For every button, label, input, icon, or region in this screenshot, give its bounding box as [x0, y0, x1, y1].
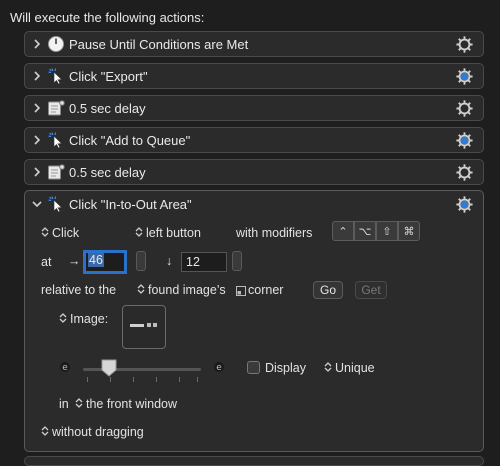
slider-thumb[interactable]: [101, 359, 117, 377]
mouse-button-value: left button: [146, 226, 201, 240]
option-modifier-toggle[interactable]: ⌥: [354, 221, 376, 241]
gear-icon[interactable]: [455, 35, 474, 54]
action-title: 0.5 sec delay: [69, 101, 146, 116]
corner-label: corner: [248, 283, 284, 297]
y-offset-value: 12: [186, 255, 200, 269]
relative-target-popup[interactable]: found image’s: [137, 283, 226, 297]
chevron-right-icon[interactable]: [31, 166, 43, 178]
svg-text:e: e: [216, 363, 222, 373]
relative-to-label: relative to the: [41, 283, 117, 297]
mouse-button-popup[interactable]: left button: [135, 226, 201, 240]
action-title: Click "In-to-Out Area": [69, 197, 192, 212]
click-type-popup[interactable]: Click: [41, 226, 79, 240]
gear-icon[interactable]: [455, 195, 474, 214]
y-arrow-icon: ↓: [166, 254, 173, 268]
gear-icon[interactable]: [455, 67, 474, 86]
image-type-popup[interactable]: Image:: [59, 312, 108, 326]
go-button[interactable]: Go: [313, 281, 343, 299]
chevron-right-icon[interactable]: [31, 134, 43, 146]
action-delay-2[interactable]: 0.5 sec delay: [24, 159, 484, 185]
action-click-in-to-out-area[interactable]: Click "In-to-Out Area" Click left button…: [24, 190, 484, 452]
control-modifier-toggle[interactable]: ⌃: [332, 221, 354, 241]
action-click-add-to-queue[interactable]: Click "Add to Queue": [24, 127, 484, 153]
y-offset-stepper[interactable]: [232, 251, 242, 271]
y-offset-field[interactable]: 12: [181, 252, 227, 272]
image-label: Image:: [70, 312, 109, 326]
at-label: at: [41, 255, 52, 269]
action-title: Click "Add to Queue": [69, 133, 191, 148]
chevron-right-icon[interactable]: [31, 38, 43, 50]
slider-tick: [179, 377, 180, 382]
action-click-export[interactable]: Click "Export": [24, 63, 484, 89]
updown-arrows-icon: [324, 362, 332, 372]
chevron-down-icon[interactable]: [31, 198, 43, 210]
x-arrow-icon: →: [68, 254, 81, 268]
unique-popup[interactable]: Unique: [324, 361, 375, 375]
command-modifier-toggle[interactable]: ⌘: [398, 221, 420, 241]
in-label: in: [59, 397, 69, 411]
slider-tick: [110, 377, 111, 382]
gear-icon[interactable]: [455, 163, 474, 182]
click-cursor-icon: [48, 132, 63, 149]
modifier-keys-group: ⌃ ⌥ ⇧ ⌘: [332, 221, 420, 241]
display-checkbox[interactable]: [247, 361, 260, 374]
action-title: Pause Until Conditions are Met: [69, 37, 249, 52]
x-offset-field[interactable]: 46: [83, 250, 127, 274]
click-cursor-icon: [48, 196, 63, 213]
slider-tick: [197, 377, 198, 382]
slider-tick: [133, 377, 134, 382]
svg-text:e: e: [62, 363, 68, 373]
slider-tick: [87, 377, 88, 382]
with-modifiers-label: with modifiers: [236, 226, 313, 240]
get-button[interactable]: Get: [355, 281, 387, 299]
click-type-value: Click: [52, 226, 80, 240]
delay-icon: [48, 100, 65, 116]
unique-value: Unique: [335, 361, 375, 375]
display-label: Display: [265, 361, 306, 375]
corner-selector-icon[interactable]: [236, 286, 246, 296]
dragging-popup[interactable]: without dragging: [41, 425, 144, 439]
stopwatch-icon: [48, 36, 64, 52]
chevron-right-icon[interactable]: [31, 102, 43, 114]
updown-arrows-icon: [41, 426, 49, 436]
updown-arrows-icon: [59, 313, 67, 323]
image-well[interactable]: [122, 305, 166, 349]
action-title: Click "Export": [69, 69, 148, 84]
dragging-value: without dragging: [52, 425, 144, 439]
x-offset-value: 46: [88, 253, 104, 267]
window-target-popup[interactable]: the front window: [75, 397, 177, 411]
next-action-partial[interactable]: [24, 456, 484, 466]
actions-header: Will execute the following actions:: [10, 10, 205, 25]
x-offset-stepper[interactable]: [136, 251, 146, 271]
delay-icon: [48, 164, 65, 180]
high-fuzziness-icon: e: [214, 362, 224, 373]
click-cursor-icon: [48, 68, 63, 85]
gear-icon[interactable]: [455, 131, 474, 150]
updown-arrows-icon: [41, 227, 49, 237]
gear-icon[interactable]: [455, 99, 474, 118]
updown-arrows-icon: [137, 284, 145, 294]
action-pause-until[interactable]: Pause Until Conditions are Met: [24, 31, 484, 57]
low-fuzziness-icon: e: [60, 362, 70, 373]
updown-arrows-icon: [135, 227, 143, 237]
shift-modifier-toggle[interactable]: ⇧: [376, 221, 398, 241]
updown-arrows-icon: [75, 398, 83, 408]
action-delay-1[interactable]: 0.5 sec delay: [24, 95, 484, 121]
slider-tick: [156, 377, 157, 382]
action-title: 0.5 sec delay: [69, 165, 146, 180]
image-thumbnail: [130, 323, 157, 327]
relative-target-value: found image’s: [148, 283, 226, 297]
chevron-right-icon[interactable]: [31, 70, 43, 82]
window-target-value: the front window: [86, 397, 178, 411]
